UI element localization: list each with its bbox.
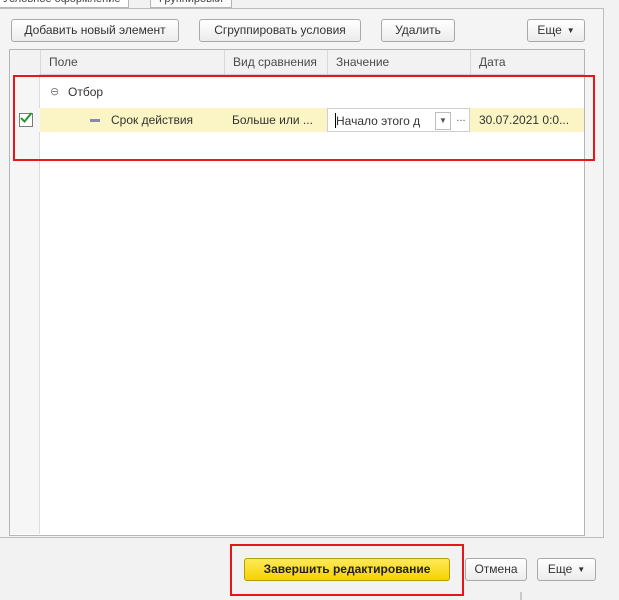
row-checkbox[interactable]	[19, 112, 33, 127]
header-value[interactable]: Значение	[327, 50, 470, 74]
chevron-down-icon: ▼	[566, 26, 575, 35]
chevron-down-icon: ▼	[577, 565, 586, 574]
item-bullet-icon: ▬	[90, 114, 100, 125]
conditions-table: Поле Вид сравнения Значение Дата ⊖ Отбор…	[9, 49, 585, 536]
tab-conditional-formatting[interactable]: Условное оформление	[0, 0, 130, 8]
tabs-strip: Условное оформление Группировки	[0, 0, 619, 8]
row-value-text[interactable]: Начало этого д	[336, 109, 434, 131]
checkmark-icon	[20, 112, 33, 123]
bottom-divider	[520, 592, 522, 600]
toolbar-more-label: Еще	[537, 23, 562, 37]
row-date[interactable]: 30.07.2021 0:0...	[479, 108, 584, 132]
check-column	[10, 74, 40, 534]
finish-editing-button[interactable]: Завершить редактирование	[244, 558, 450, 581]
value-dropdown-button[interactable]: ▼	[435, 112, 451, 130]
header-date[interactable]: Дата	[470, 50, 584, 74]
cancel-label: Отмена	[474, 562, 518, 576]
row-comparison[interactable]: Больше или ...	[232, 108, 326, 132]
table-row[interactable]: ▬ Срок действия Больше или ... Начало эт…	[10, 108, 584, 132]
add-element-label: Добавить новый элемент	[24, 23, 166, 37]
table-header: Поле Вид сравнения Значение Дата	[10, 50, 584, 75]
delete-label: Удалить	[395, 23, 441, 37]
header-comparison[interactable]: Вид сравнения	[224, 50, 327, 74]
cancel-button[interactable]: Отмена	[465, 558, 527, 581]
collapse-icon[interactable]: ⊖	[50, 80, 64, 104]
group-row-label: Отбор	[68, 85, 104, 99]
row-field[interactable]: Срок действия	[111, 108, 223, 132]
delete-button[interactable]: Удалить	[381, 19, 455, 42]
tab-groupings[interactable]: Группировки	[150, 0, 232, 8]
header-field[interactable]: Поле	[40, 50, 224, 74]
text-cursor	[335, 113, 336, 128]
row-value-editor[interactable]: Начало этого д ▼ ...	[327, 108, 470, 132]
value-select-button[interactable]: ...	[453, 112, 469, 130]
group-row[interactable]: ⊖ Отбор	[10, 80, 584, 104]
group-conditions-label: Сгруппировать условия	[214, 23, 346, 37]
row-check-cell	[10, 108, 40, 132]
finish-editing-label: Завершить редактирование	[263, 562, 431, 576]
add-element-button[interactable]: Добавить новый элемент	[11, 19, 179, 42]
footer-more-label: Еще	[547, 562, 573, 576]
header-check	[10, 50, 40, 74]
footer-more-button[interactable]: Еще ▼	[537, 558, 596, 581]
toolbar-more-button[interactable]: Еще ▼	[527, 19, 585, 42]
group-conditions-button[interactable]: Сгруппировать условия	[199, 19, 361, 42]
